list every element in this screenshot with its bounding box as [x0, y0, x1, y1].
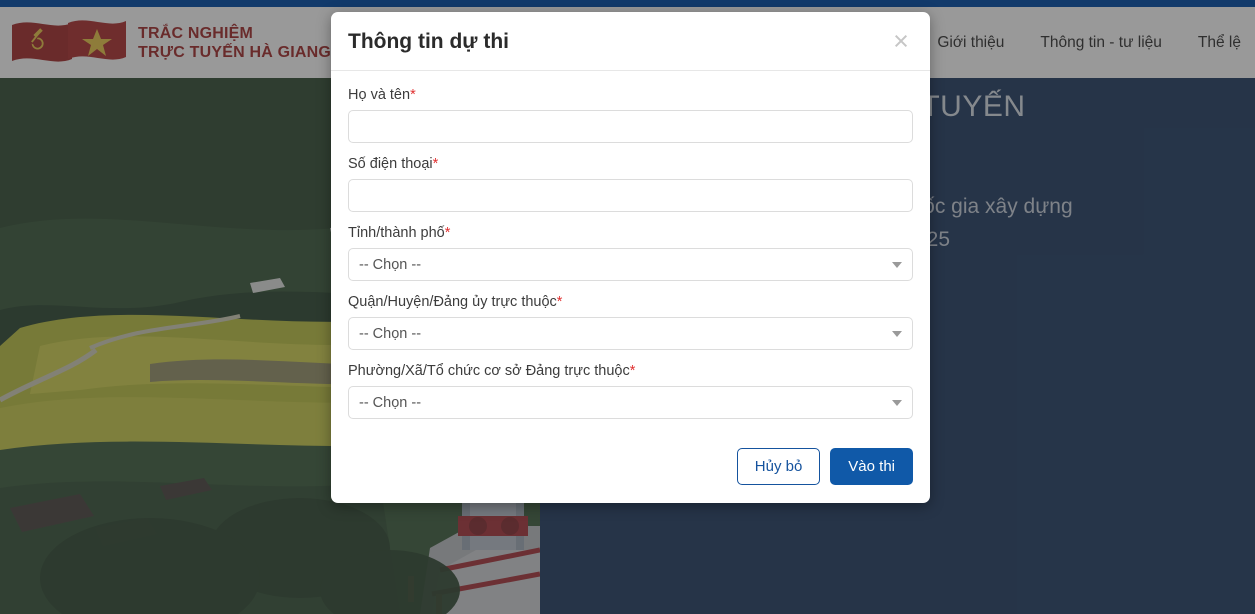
field-label-so-dien-thoai: Số điện thoại* [348, 156, 913, 172]
label-text: Họ và tên [348, 87, 411, 103]
input-ho-va-ten[interactable] [348, 110, 913, 143]
select-tinh-thanh-pho[interactable]: -- Chọn -- [348, 248, 913, 281]
input-so-dien-thoai[interactable] [348, 179, 913, 212]
select-phuong-xa[interactable]: -- Chọn -- [348, 386, 913, 419]
select-value: -- Chọn -- [359, 325, 422, 342]
page-root: TRẮC NGHIỆM TRỰC TUYẾN HÀ GIANG Giới thi… [0, 0, 1255, 614]
required-marker: * [432, 156, 439, 172]
modal-header: Thông tin dự thi × [331, 12, 930, 71]
label-text: Số điện thoại [348, 156, 433, 172]
chevron-down-icon [892, 331, 902, 337]
field-so-dien-thoai: Số điện thoại* [348, 156, 913, 212]
modal-title: Thông tin dự thi [348, 30, 509, 53]
close-icon[interactable]: × [886, 26, 916, 56]
select-value: -- Chọn -- [359, 256, 422, 273]
select-value: -- Chọn -- [359, 394, 422, 411]
field-phuong-xa: Phường/Xã/Tổ chức cơ sở Đảng trực thuộc*… [348, 363, 913, 419]
modal-footer: Hủy bỏ Vào thi [331, 436, 930, 503]
required-marker: * [444, 225, 451, 241]
top-accent-bar [0, 0, 1255, 7]
field-quan-huyen: Quận/Huyện/Đảng ủy trực thuộc* -- Chọn -… [348, 294, 913, 350]
field-label-phuong-xa: Phường/Xã/Tổ chức cơ sở Đảng trực thuộc* [348, 363, 913, 379]
select-quan-huyen[interactable]: -- Chọn -- [348, 317, 913, 350]
chevron-down-icon [892, 400, 902, 406]
submit-enter-exam-button[interactable]: Vào thi [830, 448, 913, 485]
field-label-tinh-thanh-pho: Tỉnh/thành phố* [348, 225, 913, 241]
field-ho-va-ten: Họ và tên* [348, 87, 913, 143]
required-marker: * [556, 294, 563, 310]
modal-body: Họ và tên* Số điện thoại* Tỉnh/thành phố… [331, 71, 930, 436]
required-marker: * [629, 363, 636, 379]
cancel-button[interactable]: Hủy bỏ [736, 448, 821, 485]
field-label-quan-huyen: Quận/Huyện/Đảng ủy trực thuộc* [348, 294, 913, 310]
label-text: Quận/Huyện/Đảng ủy trực thuộc [348, 294, 557, 310]
label-text: Phường/Xã/Tổ chức cơ sở Đảng trực thuộc [348, 363, 630, 379]
chevron-down-icon [892, 262, 902, 268]
field-label-ho-va-ten: Họ và tên* [348, 87, 913, 103]
exam-info-modal: Thông tin dự thi × Họ và tên* Số điện th… [331, 12, 930, 503]
field-tinh-thanh-pho: Tỉnh/thành phố* -- Chọn -- [348, 225, 913, 281]
label-text: Tỉnh/thành phố [348, 225, 445, 241]
required-marker: * [410, 87, 416, 103]
